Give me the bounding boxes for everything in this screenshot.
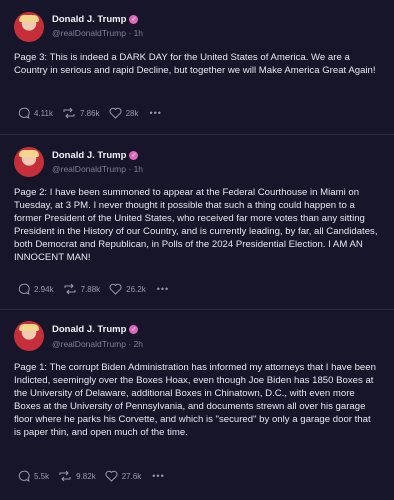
like-button[interactable]: 26.2k <box>109 283 146 295</box>
like-icon <box>109 107 122 119</box>
author-handle: @realDonaldTrump <box>52 339 126 349</box>
avatar[interactable] <box>14 147 44 177</box>
like-count: 26.2k <box>126 284 146 294</box>
post-text: Page 1: The corrupt Biden Administration… <box>14 362 376 438</box>
reply-icon <box>18 283 30 295</box>
post-actions: 5.5k 9.82k 27.6k ••• <box>18 470 165 482</box>
like-button[interactable]: 27.6k <box>105 470 142 482</box>
like-icon <box>109 283 122 295</box>
reply-count: 4.11k <box>34 108 53 118</box>
more-icon[interactable]: ••• <box>157 284 169 294</box>
reply-icon <box>18 470 30 482</box>
retruth-button[interactable]: 7.86k <box>62 107 100 119</box>
verified-badge-icon: ✓ <box>129 151 139 160</box>
reply-button[interactable]: 4.11k <box>18 107 53 119</box>
author-row: Donald J. Trump ✓ <box>52 14 139 25</box>
reply-icon <box>18 107 30 119</box>
like-count: 27.6k <box>121 471 142 481</box>
separator: · <box>128 339 132 349</box>
more-icon[interactable]: ••• <box>149 108 161 118</box>
author-handle-row: @realDonaldTrump · 1h <box>52 28 143 38</box>
post-time[interactable]: 1h <box>134 28 143 38</box>
retruth-button[interactable]: 9.82k <box>58 470 96 482</box>
retruth-count: 7.88k <box>80 284 101 294</box>
post-time[interactable]: 2h <box>134 339 143 349</box>
reply-count: 2.94k <box>34 284 54 294</box>
reply-button[interactable]: 5.5k <box>18 470 49 482</box>
post-actions: 4.11k 7.86k 28k ••• <box>18 107 162 119</box>
avatar[interactable] <box>14 321 44 351</box>
verified-badge-icon: ✓ <box>129 15 139 24</box>
divider <box>0 309 394 310</box>
divider <box>0 134 394 135</box>
like-icon <box>105 470 118 482</box>
author-handle: @realDonaldTrump <box>52 164 126 174</box>
separator: · <box>128 28 132 38</box>
separator: · <box>128 164 132 174</box>
author-row: Donald J. Trump ✓ <box>52 150 139 161</box>
avatar[interactable] <box>14 12 44 42</box>
retruth-count: 9.82k <box>76 471 96 481</box>
retruth-icon <box>59 470 71 482</box>
verified-badge-icon: ✓ <box>129 325 139 334</box>
like-count: 28k <box>125 108 139 118</box>
author-handle: @realDonaldTrump <box>52 28 126 38</box>
retruth-icon <box>64 283 76 295</box>
author-name[interactable]: Donald J. Trump <box>52 150 126 161</box>
author-name[interactable]: Donald J. Trump <box>52 14 126 25</box>
author-handle-row: @realDonaldTrump · 2h <box>52 339 143 349</box>
retruth-button[interactable]: 7.88k <box>63 283 101 295</box>
post-actions: 2.94k 7.88k 26.2k ••• <box>18 283 169 295</box>
post-time[interactable]: 1h <box>134 164 143 174</box>
post-text: Page 3: This is indeed a DARK DAY for th… <box>14 52 376 76</box>
more-icon[interactable]: ••• <box>152 471 164 481</box>
retruth-count: 7.86k <box>79 108 100 118</box>
like-button[interactable]: 28k <box>109 107 139 119</box>
retruth-icon <box>63 107 75 119</box>
author-row: Donald J. Trump ✓ <box>52 324 139 335</box>
reply-button[interactable]: 2.94k <box>18 283 54 295</box>
post-text: Page 2: I have been summoned to appear a… <box>14 187 378 263</box>
reply-count: 5.5k <box>34 471 50 481</box>
author-name[interactable]: Donald J. Trump <box>52 324 126 335</box>
author-handle-row: @realDonaldTrump · 1h <box>52 164 143 174</box>
